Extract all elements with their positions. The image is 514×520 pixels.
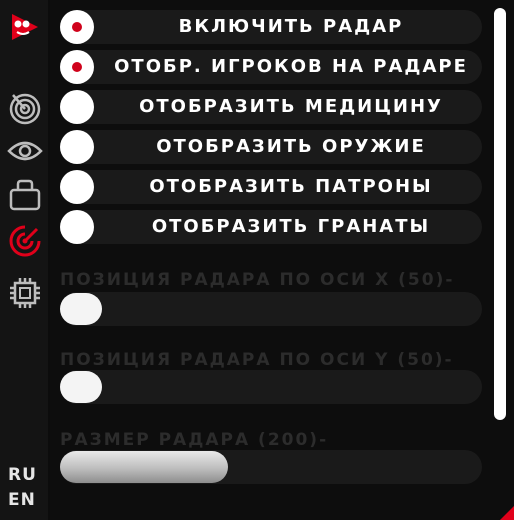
radio-show-ammo[interactable] — [60, 170, 94, 204]
resize-corner-icon[interactable] — [500, 506, 514, 520]
radio-show-weapons[interactable] — [60, 130, 94, 164]
language-ru[interactable]: RU — [8, 465, 37, 485]
slider-label-radar-x: позиция радара по оси x (50)- — [60, 270, 455, 290]
slider-track-radar-x[interactable] — [60, 292, 482, 326]
toggle-label: отобр. игроков на радаре — [114, 56, 468, 77]
toggle-label: включить радар — [178, 16, 404, 37]
radar-icon[interactable] — [6, 88, 44, 126]
slider-track-radar-y[interactable] — [60, 370, 482, 404]
eye-icon[interactable] — [6, 132, 44, 170]
radio-dot — [72, 22, 82, 32]
bag-icon[interactable] — [6, 176, 44, 214]
radio-show-grenades[interactable] — [60, 210, 94, 244]
slider-label-radar-y: позиция радара по оси y (50)- — [60, 350, 454, 370]
sidebar: RU EN — [0, 0, 48, 520]
toggle-label: отобразить медицину — [139, 96, 443, 117]
toggle-label: отобразить патроны — [149, 176, 433, 197]
language-en[interactable]: EN — [8, 490, 36, 510]
toggle-label: отобразить гранаты — [151, 216, 431, 237]
logo-icon[interactable] — [6, 8, 44, 46]
chip-icon[interactable] — [6, 274, 44, 312]
radio-show-medicine[interactable] — [60, 90, 94, 124]
slider-knob-radar-size[interactable] — [60, 451, 228, 483]
radio-dot — [72, 62, 82, 72]
radio-show-players[interactable] — [60, 50, 94, 84]
toggle-label: отобразить оружие — [156, 136, 426, 157]
target-icon[interactable] — [6, 222, 44, 260]
slider-knob-radar-y[interactable] — [60, 371, 102, 403]
slider-knob-radar-x[interactable] — [60, 293, 102, 325]
radio-enable-radar[interactable] — [60, 10, 94, 44]
scrollbar-thumb[interactable] — [494, 8, 506, 420]
slider-label-radar-size: размер радара (200)- — [60, 430, 329, 450]
